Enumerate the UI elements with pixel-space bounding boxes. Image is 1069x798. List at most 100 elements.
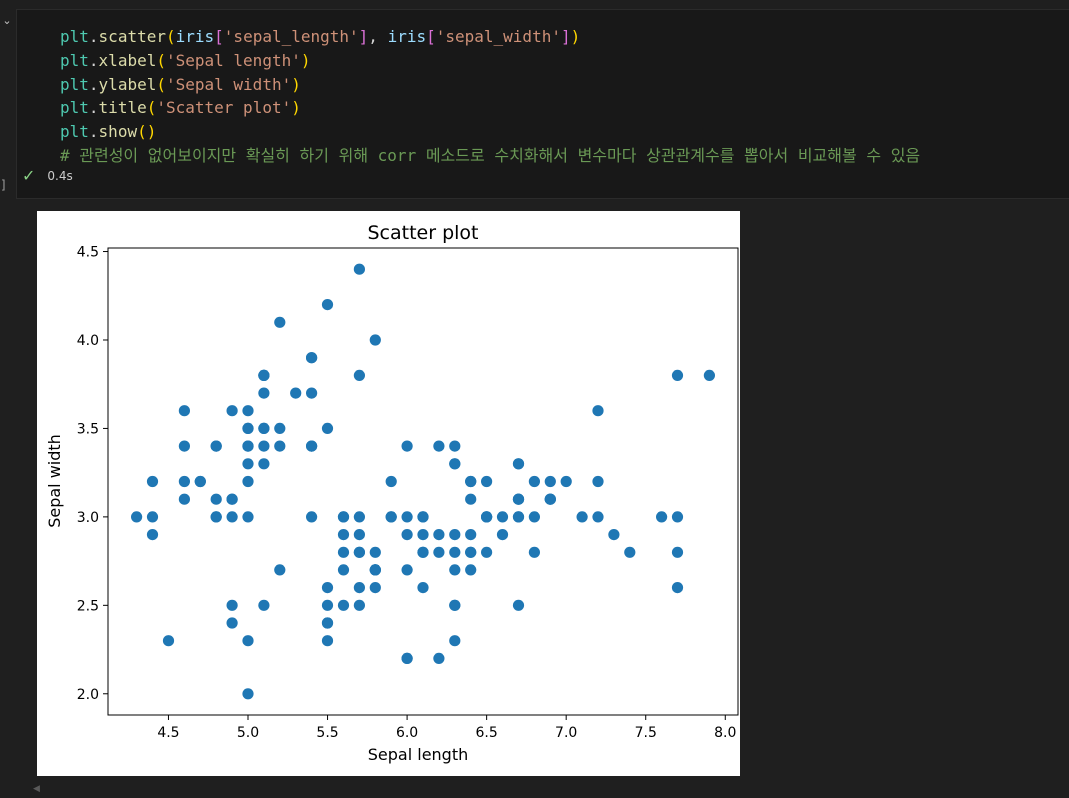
scatter-point bbox=[242, 440, 254, 452]
scatter-point bbox=[608, 529, 620, 541]
scatter-point bbox=[321, 599, 334, 611]
code-token: xlabel bbox=[98, 50, 157, 70]
y-axis-label: Sepal width bbox=[45, 434, 64, 528]
scatter-point bbox=[449, 458, 461, 470]
code-token: ( bbox=[156, 50, 166, 70]
scatter-point bbox=[337, 564, 350, 576]
cell-output: Scatter plot 4.5 5.0 5.5 6.0 6.5 7.0 7.5 8.0 2.… bbox=[37, 211, 740, 776]
scatter-point bbox=[401, 511, 413, 523]
collapse-chevron-icon[interactable]: ⌄ bbox=[0, 14, 14, 28]
scatter-point bbox=[417, 511, 429, 523]
execution-count-bracket: ] bbox=[0, 178, 8, 192]
scatter-point bbox=[321, 422, 334, 434]
scroll-left-arrow-icon[interactable]: ◀ bbox=[33, 784, 40, 794]
scatter-point bbox=[226, 405, 238, 417]
check-icon: ✓ bbox=[22, 166, 36, 185]
scatter-point bbox=[385, 475, 397, 488]
scatter-point bbox=[369, 582, 381, 594]
code-token: ) bbox=[570, 27, 581, 46]
scatter-point bbox=[146, 529, 159, 541]
code-token: iris bbox=[387, 27, 427, 46]
scatter-point bbox=[178, 405, 190, 417]
code-line: plt.show() bbox=[60, 120, 920, 144]
scatter-point bbox=[465, 493, 477, 505]
x-tick-label: 7.5 bbox=[635, 725, 657, 741]
scatter-point bbox=[353, 263, 365, 275]
scatter-point bbox=[131, 511, 143, 523]
scatter-point bbox=[258, 599, 270, 611]
x-axis-label: Sepal length bbox=[368, 745, 469, 764]
x-tick-label: 6.5 bbox=[476, 725, 498, 741]
code-token: [ bbox=[426, 27, 436, 46]
scatter-point bbox=[321, 617, 334, 629]
scatter-point bbox=[178, 493, 190, 505]
scatter-point bbox=[242, 635, 254, 647]
scatter-point bbox=[417, 546, 429, 558]
scatter-point bbox=[449, 564, 461, 576]
scatter-point bbox=[449, 529, 461, 541]
scatter-point bbox=[274, 422, 286, 434]
scatter-point bbox=[449, 440, 461, 452]
scatter-point bbox=[576, 511, 588, 523]
scatter-point bbox=[226, 617, 238, 629]
scatter-point bbox=[481, 475, 493, 488]
scatter-point bbox=[512, 511, 525, 523]
scatter-point bbox=[592, 511, 604, 523]
x-tick-label: 8.0 bbox=[714, 725, 736, 741]
scatter-point bbox=[306, 352, 318, 364]
scatter-point bbox=[465, 564, 477, 576]
code-token: 'Sepal width' bbox=[165, 74, 292, 94]
scatter-point bbox=[258, 387, 270, 399]
code-token: ) bbox=[300, 50, 311, 70]
scatter-point bbox=[592, 475, 604, 488]
scatter-point bbox=[528, 475, 540, 488]
scatter-point bbox=[671, 369, 684, 381]
code-token: . bbox=[88, 122, 99, 142]
scatter-point bbox=[449, 635, 461, 647]
scatter-chart: Scatter plot 4.5 5.0 5.5 6.0 6.5 7.0 7.5 8.0 2.… bbox=[45, 222, 739, 764]
code-token: plt bbox=[60, 98, 89, 118]
code-token: 'sepal_width' bbox=[435, 27, 561, 46]
code-token: 'Sepal length' bbox=[165, 50, 301, 70]
code-line: plt.scatter(iris['sepal_length'], iris['… bbox=[60, 25, 920, 49]
scatter-point bbox=[465, 529, 477, 541]
scatter-point bbox=[321, 299, 334, 311]
scatter-point bbox=[671, 546, 684, 558]
scatter-point bbox=[433, 440, 445, 452]
code-token: plt bbox=[60, 74, 89, 94]
code-token: ] bbox=[560, 27, 571, 46]
scatter-point bbox=[417, 582, 429, 594]
x-tick-label: 6.0 bbox=[396, 725, 418, 741]
scatter-point bbox=[242, 422, 254, 434]
scatter-point bbox=[306, 440, 318, 452]
scatter-point bbox=[369, 334, 381, 346]
scatter-point bbox=[242, 511, 254, 523]
scatter-point bbox=[401, 564, 413, 576]
data-points bbox=[131, 263, 716, 700]
scatter-point bbox=[306, 511, 318, 523]
scatter-point bbox=[337, 599, 350, 611]
x-tick-label: 4.5 bbox=[157, 725, 179, 741]
code-line: plt.title('Scatter plot') bbox=[60, 96, 920, 120]
scatter-point bbox=[258, 440, 270, 452]
code-token: 'sepal_length' bbox=[223, 27, 359, 46]
code-line: plt.ylabel('Sepal width') bbox=[60, 73, 920, 97]
scatter-point bbox=[449, 599, 461, 611]
scatter-point bbox=[560, 475, 572, 488]
scatter-point bbox=[449, 546, 461, 558]
scatter-point bbox=[258, 458, 270, 470]
code-token: ( bbox=[165, 27, 176, 46]
scatter-point bbox=[274, 440, 286, 452]
scatter-point bbox=[512, 458, 525, 470]
scatter-point bbox=[210, 493, 222, 505]
scatter-point bbox=[385, 511, 397, 523]
code-token: . bbox=[88, 50, 99, 70]
code-token: plt bbox=[60, 50, 89, 70]
code-editor[interactable]: plt.scatter(iris['sepal_length'], iris['… bbox=[60, 25, 920, 168]
scatter-point bbox=[481, 546, 493, 558]
execution-time: 0.4s bbox=[47, 169, 73, 183]
scatter-point bbox=[465, 546, 477, 558]
code-cell[interactable]: plt.scatter(iris['sepal_length'], iris['… bbox=[16, 9, 1069, 199]
scatter-point bbox=[178, 475, 190, 488]
scatter-point bbox=[242, 475, 254, 488]
